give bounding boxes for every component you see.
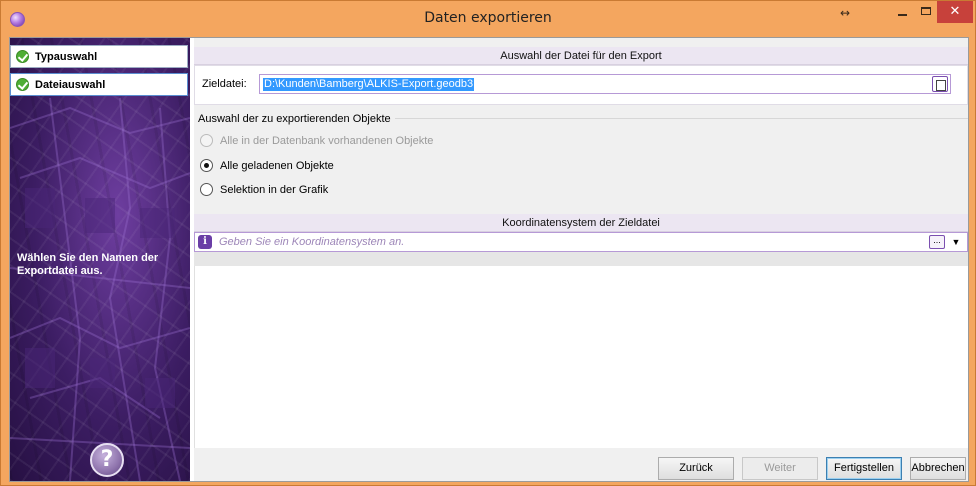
radio-selection-in-graphic[interactable]: Selektion in der Grafik [200,183,328,196]
radio-all-loaded-objects[interactable]: Alle geladenen Objekte [200,159,334,172]
close-button[interactable]: ✕ [937,1,973,23]
checkmark-icon [16,50,29,63]
chevron-down-icon[interactable]: ▼ [949,235,963,249]
minimize-icon [897,14,907,16]
radio-all-db-objects: Alle in der Datenbank vorhandenen Objekt… [200,134,433,147]
maximize-button[interactable] [913,1,939,23]
back-button[interactable]: Zurück [658,457,734,480]
file-section: Zieldatei: D:\Kunden\Bamberg\ALKIS-Expor… [194,65,968,105]
target-file-value: D:\Kunden\Bamberg\ALKIS-Export.geodb3 [263,78,475,91]
radio-label: Alle in der Datenbank vorhandenen Objekt… [220,134,434,147]
wizard-content: Auswahl der Datei für den Export Zieldat… [194,38,968,481]
cancel-button[interactable]: Abbrechen [910,457,966,480]
browse-file-icon[interactable] [932,76,948,92]
help-button[interactable]: ? [90,443,124,477]
radio-button[interactable] [200,159,213,172]
target-file-input[interactable]: D:\Kunden\Bamberg\ALKIS-Export.geodb3 [259,74,951,94]
minimize-button[interactable] [889,1,915,23]
checkmark-icon [16,78,29,91]
wizard-step-label: Dateiauswahl [35,78,106,91]
wizard-step-dateiauswahl[interactable]: Dateiauswahl [10,73,188,96]
export-dialog-window: Daten exportieren ↔ ✕ Typauswahl Dateiau… [0,0,976,486]
content-empty-area [194,266,968,448]
crs-input[interactable]: i Geben Sie ein Koordinatensystem an. ..… [194,232,968,252]
title-bar[interactable]: Daten exportieren ↔ ✕ [1,1,975,37]
export-objects-group: Auswahl der zu exportierenden Objekte Al… [198,113,968,208]
info-icon: i [198,235,212,249]
crs-section-header: Koordinatensystem der Zieldatei [194,214,968,232]
target-file-label: Zieldatei: [202,78,247,90]
finish-button[interactable]: Fertigstellen [826,457,902,480]
wizard-step-label: Typauswahl [35,50,98,63]
crs-placeholder: Geben Sie ein Koordinatensystem an. [219,236,405,248]
crs-browse-button[interactable]: ... [929,235,945,249]
wizard-hint-text: Wählen Sie den Namen der Exportdatei aus… [17,252,159,277]
resize-arrows-icon[interactable]: ↔ [831,3,859,25]
next-button[interactable]: Weiter [742,457,818,480]
file-section-header: Auswahl der Datei für den Export [194,47,968,65]
maximize-icon [921,7,931,15]
crs-details-bar [194,252,968,266]
radio-label: Alle geladenen Objekte [220,159,334,172]
window-title: Daten exportieren [424,10,552,26]
radio-button [200,134,213,147]
export-objects-legend: Auswahl der zu exportierenden Objekte [198,113,395,125]
wizard-sidebar: Typauswahl Dateiauswahl Wählen Sie den N… [10,38,190,481]
dialog-client-area: Typauswahl Dateiauswahl Wählen Sie den N… [9,37,969,482]
radio-button[interactable] [200,183,213,196]
wizard-step-typauswahl[interactable]: Typauswahl [10,45,188,68]
radio-label: Selektion in der Grafik [220,183,329,196]
